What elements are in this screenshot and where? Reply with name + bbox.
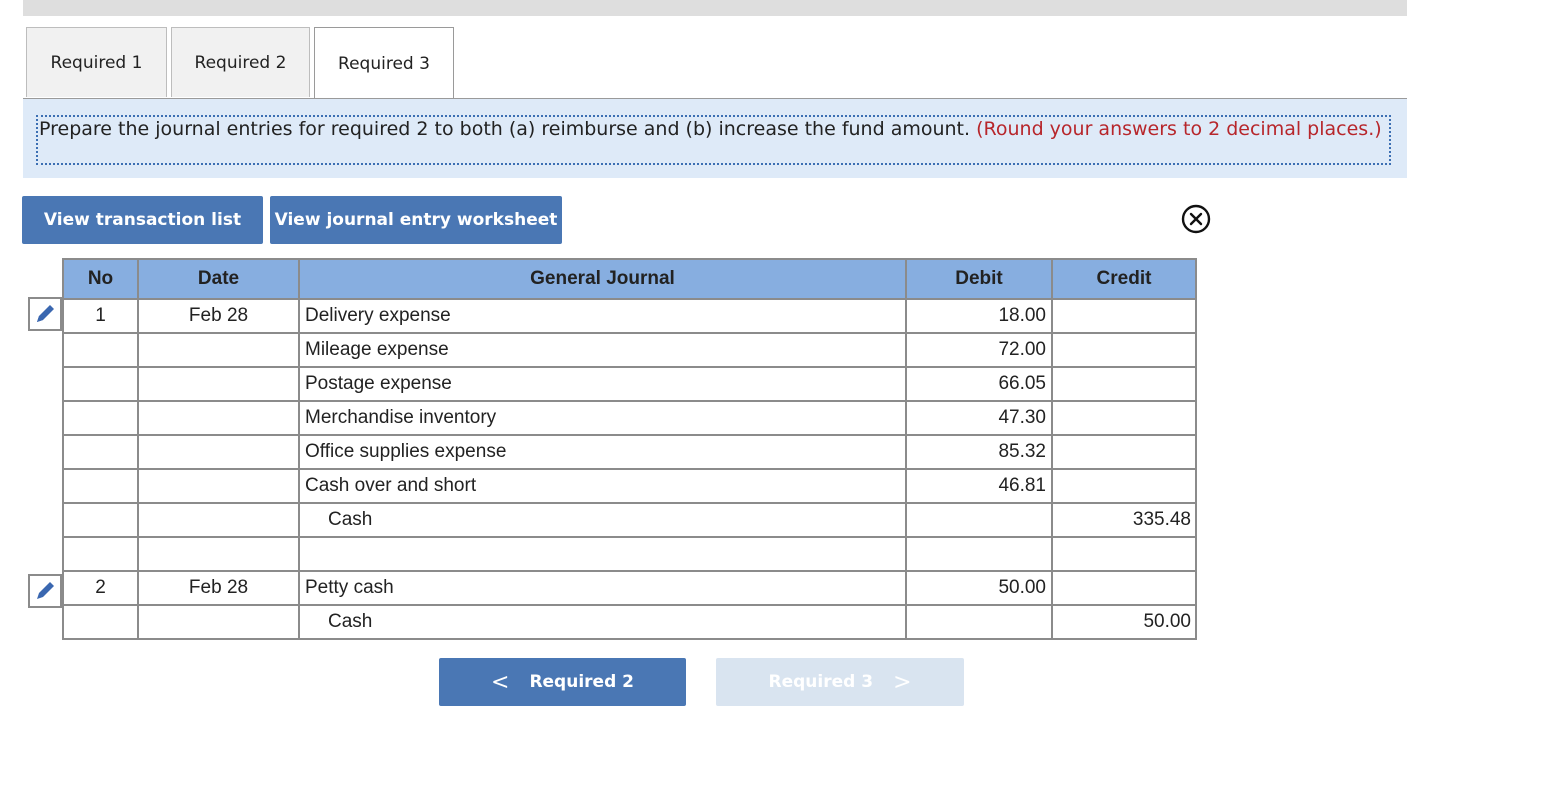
cell-no: [62, 536, 139, 572]
header-credit: Credit: [1051, 258, 1197, 300]
pencil-icon: [37, 582, 54, 599]
edit-entry-1-button[interactable]: [28, 297, 62, 331]
cell-date[interactable]: [137, 604, 300, 640]
general-journal-table: No Date General Journal Debit Credit 1 F…: [62, 258, 1197, 640]
cell-date[interactable]: [137, 434, 300, 470]
view-journal-entry-worksheet-button[interactable]: View journal entry worksheet: [270, 196, 562, 244]
cell-account[interactable]: Cash: [298, 502, 907, 538]
table-row: 2 Feb 28 Petty cash 50.00: [62, 570, 1197, 606]
cell-account[interactable]: Petty cash: [298, 570, 907, 606]
table-row: Cash 335.48: [62, 502, 1197, 538]
cell-date[interactable]: [137, 400, 300, 436]
cell-date[interactable]: Feb 28: [137, 298, 300, 334]
cell-debit[interactable]: 18.00: [905, 298, 1053, 334]
cell-debit[interactable]: 47.30: [905, 400, 1053, 436]
cell-account[interactable]: Cash over and short: [298, 468, 907, 504]
cell-credit[interactable]: 335.48: [1051, 502, 1197, 538]
instruction-note: (Round your answers to 2 decimal places.…: [976, 118, 1382, 140]
cell-debit[interactable]: 85.32: [905, 434, 1053, 470]
table-row: [62, 536, 1197, 572]
cell-no: [62, 434, 139, 470]
table-row: Cash 50.00: [62, 604, 1197, 640]
cell-no: [62, 332, 139, 368]
header-debit: Debit: [905, 258, 1053, 300]
cell-account[interactable]: Cash: [298, 604, 907, 640]
pencil-icon: [37, 305, 54, 322]
cell-account[interactable]: Merchandise inventory: [298, 400, 907, 436]
cell-account[interactable]: Mileage expense: [298, 332, 907, 368]
cell-credit[interactable]: [1051, 468, 1197, 504]
cell-account[interactable]: Postage expense: [298, 366, 907, 402]
cell-debit[interactable]: [905, 536, 1053, 572]
cell-date[interactable]: Feb 28: [137, 570, 300, 606]
cell-no: [62, 366, 139, 402]
header-date: Date: [137, 258, 300, 300]
table-row: Cash over and short 46.81: [62, 468, 1197, 504]
cell-date[interactable]: [137, 332, 300, 368]
cell-debit[interactable]: 50.00: [905, 570, 1053, 606]
instruction-text: Prepare the journal entries for required…: [39, 118, 971, 140]
table-header-row: No Date General Journal Debit Credit: [62, 258, 1197, 300]
close-icon[interactable]: [1181, 204, 1211, 234]
cell-account[interactable]: Office supplies expense: [298, 434, 907, 470]
cell-debit[interactable]: 72.00: [905, 332, 1053, 368]
table-row: 1 Feb 28 Delivery expense 18.00: [62, 298, 1197, 334]
cell-debit[interactable]: [905, 502, 1053, 538]
cell-debit[interactable]: 46.81: [905, 468, 1053, 504]
cell-date[interactable]: [137, 536, 300, 572]
cell-no: [62, 400, 139, 436]
chevron-right-icon: >: [893, 669, 912, 695]
tab-required-1[interactable]: Required 1: [26, 27, 167, 97]
top-bar: [23, 0, 1407, 16]
cell-credit[interactable]: [1051, 434, 1197, 470]
cell-credit[interactable]: [1051, 570, 1197, 606]
cell-date[interactable]: [137, 468, 300, 504]
cell-date[interactable]: [137, 366, 300, 402]
cell-no: [62, 604, 139, 640]
cell-credit[interactable]: 50.00: [1051, 604, 1197, 640]
tab-required-2[interactable]: Required 2: [171, 27, 310, 97]
cell-no: [62, 468, 139, 504]
cell-credit[interactable]: [1051, 400, 1197, 436]
prev-button-label: Required 2: [529, 672, 634, 692]
instruction-panel: Prepare the journal entries for required…: [23, 99, 1407, 178]
table-row: Postage expense 66.05: [62, 366, 1197, 402]
cell-date[interactable]: [137, 502, 300, 538]
header-general-journal: General Journal: [298, 258, 907, 300]
instruction-box: Prepare the journal entries for required…: [36, 115, 1391, 165]
general-journal-table-wrap: No Date General Journal Debit Credit 1 F…: [62, 258, 1197, 640]
cell-no: 1: [62, 298, 139, 334]
cell-account[interactable]: Delivery expense: [298, 298, 907, 334]
cell-debit[interactable]: 66.05: [905, 366, 1053, 402]
cell-credit[interactable]: [1051, 332, 1197, 368]
cell-debit[interactable]: [905, 604, 1053, 640]
edit-entry-2-button[interactable]: [28, 574, 62, 608]
header-no: No: [62, 258, 139, 300]
cell-credit[interactable]: [1051, 366, 1197, 402]
table-row: Merchandise inventory 47.30: [62, 400, 1197, 436]
cell-credit[interactable]: [1051, 298, 1197, 334]
table-row: Mileage expense 72.00: [62, 332, 1197, 368]
next-button-label: Required 3: [768, 672, 874, 692]
prev-required-2-button[interactable]: < Required 2: [439, 658, 686, 706]
table-row: Office supplies expense 85.32: [62, 434, 1197, 470]
cell-account[interactable]: [298, 536, 907, 572]
next-required-3-button: Required 3 >: [716, 658, 964, 706]
tab-required-3[interactable]: Required 3: [314, 27, 454, 100]
cell-credit[interactable]: [1051, 536, 1197, 572]
chevron-left-icon: <: [491, 669, 510, 695]
cell-no: [62, 502, 139, 538]
view-transaction-list-button[interactable]: View transaction list: [22, 196, 263, 244]
cell-no: 2: [62, 570, 139, 606]
